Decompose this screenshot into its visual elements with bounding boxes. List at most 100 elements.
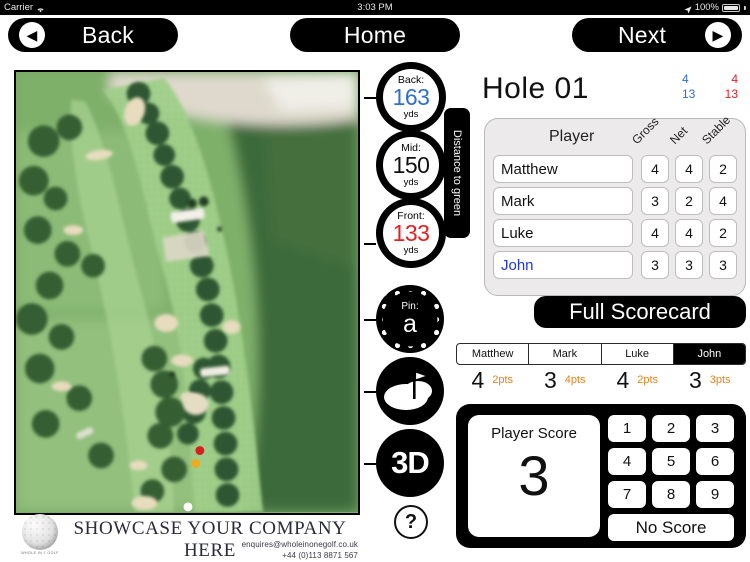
player-score-label: Player Score bbox=[491, 425, 577, 442]
distance-front-value: 133 bbox=[392, 220, 430, 246]
score-value: 4 bbox=[471, 366, 485, 393]
tab-matthew[interactable]: Matthew bbox=[457, 344, 530, 364]
chevron-right-circle-icon: ▶ bbox=[705, 22, 731, 48]
distance-mid-button[interactable]: Mid: 150 yds bbox=[376, 130, 446, 200]
row-net: 4 bbox=[675, 219, 703, 247]
keypad-row: 4 5 6 bbox=[608, 448, 734, 475]
pin-value: a bbox=[403, 310, 417, 338]
no-score-button[interactable]: No Score bbox=[608, 514, 734, 541]
key-4[interactable]: 4 bbox=[608, 448, 646, 475]
golf-ball-logo-icon bbox=[22, 514, 58, 550]
keypad-row: 1 2 3 bbox=[608, 415, 734, 442]
tee-stats: 4 4 13 13 bbox=[682, 72, 738, 102]
tick-front bbox=[364, 243, 376, 245]
help-button[interactable]: ? bbox=[394, 505, 428, 539]
row-gross: 4 bbox=[641, 155, 669, 183]
row-player-name: John bbox=[493, 251, 633, 279]
row-stable: 3 bbox=[709, 251, 737, 279]
scoring-pad: Player Score 3 1 2 3 4 5 6 7 8 9 No Scor… bbox=[456, 404, 746, 548]
table-row[interactable]: Luke 4 4 2 bbox=[493, 219, 739, 249]
key-3[interactable]: 3 bbox=[696, 415, 734, 442]
yellow-distance-marker bbox=[191, 458, 201, 468]
table-row[interactable]: Mark 3 2 4 bbox=[493, 187, 739, 217]
distance-to-green-group: Back: 163 yds Mid: 150 yds Front: 133 yd… bbox=[376, 62, 446, 268]
chevron-left-circle-icon: ◀ bbox=[19, 22, 45, 48]
keypad: 1 2 3 4 5 6 7 8 9 No Score bbox=[608, 415, 734, 541]
key-6[interactable]: 6 bbox=[696, 448, 734, 475]
key-2[interactable]: 2 bbox=[652, 415, 690, 442]
white-distance-marker bbox=[183, 502, 193, 512]
row-net: 2 bbox=[675, 187, 703, 215]
score-value: 4 bbox=[616, 366, 630, 393]
key-7[interactable]: 7 bbox=[608, 481, 646, 508]
row-player-name: Luke bbox=[493, 219, 633, 247]
page-title: Hole 01 bbox=[482, 72, 589, 105]
home-button[interactable]: Home bbox=[290, 18, 460, 52]
row-gross: 3 bbox=[641, 187, 669, 215]
back-button[interactable]: ◀ Back bbox=[8, 18, 178, 52]
scorecard-player-header: Player bbox=[549, 128, 595, 145]
pin-position-button[interactable]: Pin: a bbox=[376, 285, 444, 353]
row-stable: 2 bbox=[709, 155, 737, 183]
row-net: 4 bbox=[675, 155, 703, 183]
score-cell: 3 4pts bbox=[529, 366, 602, 394]
table-row[interactable]: John 3 3 3 bbox=[493, 251, 739, 281]
help-icon: ? bbox=[404, 510, 418, 533]
blue-par: 4 bbox=[682, 72, 689, 86]
column-header-net: Net bbox=[667, 123, 691, 147]
next-button[interactable]: Next ▶ bbox=[572, 18, 742, 52]
location-arrow-icon bbox=[684, 4, 692, 13]
scorecard-header: Player Gross Net Stable bbox=[485, 113, 747, 157]
player-score-strip: 4 2pts 3 4pts 4 2pts 3 3pts bbox=[456, 366, 746, 394]
status-bar: Carrier 3:03 PM 100% bbox=[0, 0, 750, 15]
three-d-view-button[interactable]: 3D bbox=[376, 429, 444, 497]
distance-back-button[interactable]: Back: 163 yds bbox=[376, 62, 446, 132]
tab-luke[interactable]: Luke bbox=[602, 344, 674, 364]
tab-john[interactable]: John bbox=[673, 344, 745, 364]
key-1[interactable]: 1 bbox=[608, 415, 646, 442]
red-stroke-index: 13 bbox=[724, 87, 738, 101]
score-value: 3 bbox=[543, 366, 557, 393]
distance-back-unit: yds bbox=[403, 109, 419, 120]
column-header-stable: Stable bbox=[699, 113, 734, 147]
battery-percent-label: 100% bbox=[694, 2, 719, 13]
distance-front-button[interactable]: Front: 133 yds bbox=[376, 198, 446, 268]
row-player-name: Matthew bbox=[493, 155, 633, 183]
row-gross: 4 bbox=[641, 219, 669, 247]
distance-mid-unit: yds bbox=[403, 177, 419, 188]
tick-pin bbox=[364, 319, 376, 321]
next-button-label: Next bbox=[617, 21, 667, 48]
score-points: 3pts bbox=[709, 374, 731, 386]
green-flag-icon bbox=[384, 371, 432, 410]
score-value: 3 bbox=[688, 366, 702, 393]
status-bar-right: 100% bbox=[684, 0, 746, 15]
hole-aerial-map[interactable] bbox=[14, 70, 360, 515]
three-d-label: 3D bbox=[391, 445, 430, 480]
golf-gps-app-screen: Carrier 3:03 PM 100% ◀ Back Home Next ▶ bbox=[0, 0, 750, 562]
row-gross: 3 bbox=[641, 251, 669, 279]
home-button-label: Home bbox=[343, 21, 407, 48]
red-distance-marker bbox=[195, 446, 205, 456]
key-9[interactable]: 9 bbox=[696, 481, 734, 508]
full-scorecard-label: Full Scorecard bbox=[569, 299, 711, 324]
tab-mark[interactable]: Mark bbox=[529, 344, 602, 364]
key-8[interactable]: 8 bbox=[652, 481, 690, 508]
player-score-value: 3 bbox=[518, 444, 550, 507]
player-tabs[interactable]: Matthew Mark Luke John bbox=[456, 343, 746, 365]
row-stable: 2 bbox=[709, 219, 737, 247]
tick-3d bbox=[364, 463, 376, 465]
key-5[interactable]: 5 bbox=[652, 448, 690, 475]
banner-email: enquires@wholeinonegolf.co.uk bbox=[241, 540, 358, 549]
table-row[interactable]: Matthew 4 4 2 bbox=[493, 155, 739, 185]
battery-cap bbox=[744, 5, 746, 10]
banner-phone: +44 (0)113 8871 567 bbox=[282, 551, 358, 560]
score-points: 4pts bbox=[564, 374, 586, 386]
distance-mid-value: 150 bbox=[392, 152, 430, 178]
tick-green bbox=[364, 391, 376, 393]
green-view-button[interactable] bbox=[376, 357, 444, 425]
row-player-name: Mark bbox=[493, 187, 633, 215]
full-scorecard-button[interactable]: Full Scorecard bbox=[534, 296, 746, 328]
hole-scorecard-panel: Player Gross Net Stable Matthew 4 4 2 Ma… bbox=[484, 113, 747, 296]
sponsor-banner[interactable]: WHOLE IN 1 GOLF SHOWCASE YOUR COMPANY HE… bbox=[14, 512, 360, 561]
distance-to-green-label: Distance to green bbox=[451, 129, 463, 217]
